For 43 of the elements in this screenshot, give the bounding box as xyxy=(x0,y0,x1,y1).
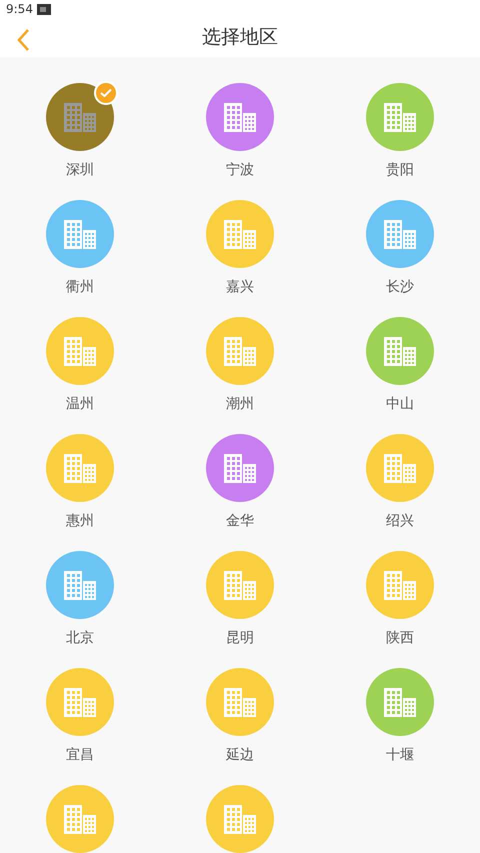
region-name: 衢州 xyxy=(66,278,94,297)
building-icon xyxy=(382,686,418,718)
region-name: 贵阳 xyxy=(386,161,414,180)
region-name: 绍兴 xyxy=(386,512,414,531)
building-icon xyxy=(62,569,98,601)
region-name: 潮州 xyxy=(226,395,254,414)
building-icon xyxy=(222,569,258,601)
region-name: 昆明 xyxy=(226,629,254,648)
building-icon xyxy=(62,218,98,250)
building-icon xyxy=(62,101,98,133)
building-icon xyxy=(62,686,98,718)
building-icon xyxy=(222,335,258,367)
region-name: 十堰 xyxy=(386,746,414,765)
building-icon xyxy=(62,803,98,835)
building-icon xyxy=(382,569,418,601)
region-name: 宜昌 xyxy=(66,746,94,765)
building-icon xyxy=(222,452,258,484)
building-icon xyxy=(62,452,98,484)
region-name: 金华 xyxy=(226,512,254,531)
region-name: 延边 xyxy=(226,746,254,765)
building-icon xyxy=(222,686,258,718)
region-name: 长沙 xyxy=(386,278,414,297)
building-icon xyxy=(382,218,418,250)
building-icon xyxy=(222,218,258,250)
building-icon xyxy=(382,335,418,367)
region-name: 北京 xyxy=(66,629,94,648)
building-icon xyxy=(382,101,418,133)
region-name: 中山 xyxy=(386,395,414,414)
page-title: 选择地区 xyxy=(202,25,278,50)
building-icon xyxy=(382,452,418,484)
building-icon xyxy=(222,803,258,835)
building-icon xyxy=(222,101,258,133)
check-icon xyxy=(94,81,118,105)
region-name: 陕西 xyxy=(386,629,414,648)
region-name: 宁波 xyxy=(226,161,254,180)
region-name: 深圳 xyxy=(66,161,94,180)
region-name: 温州 xyxy=(66,395,94,414)
notification-icon xyxy=(36,2,51,15)
building-icon xyxy=(62,335,98,367)
region-name: 惠州 xyxy=(66,512,94,531)
region-name: 嘉兴 xyxy=(226,278,254,297)
status-time: 9:54 xyxy=(6,2,33,16)
back-icon xyxy=(16,28,30,52)
